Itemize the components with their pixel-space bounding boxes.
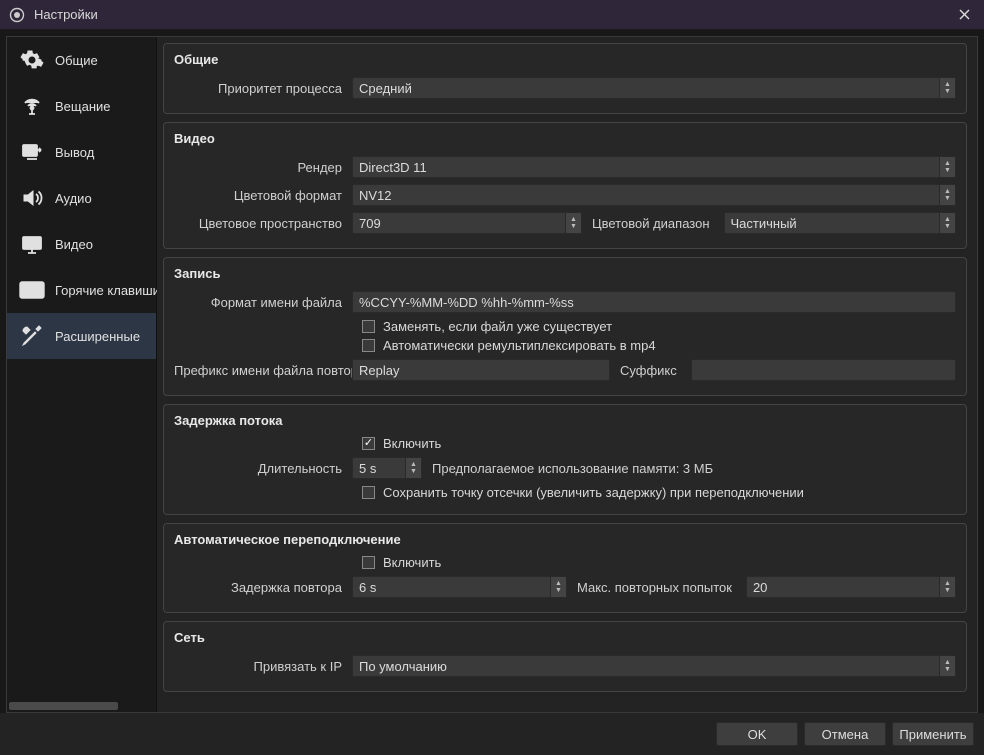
group-auto-reconnect: Автоматическое переподключение Включить … xyxy=(163,523,967,613)
sidebar-item-general[interactable]: Общие xyxy=(7,37,156,83)
filename-format-label: Формат имени файла xyxy=(174,295,352,310)
sidebar-item-stream[interactable]: Вещание xyxy=(7,83,156,129)
chevron-updown-icon: ▲▼ xyxy=(939,577,955,597)
delay-duration-spinbox[interactable]: 5 s ▲▼ xyxy=(352,457,422,479)
sidebar-item-hotkeys[interactable]: Горячие клавиши xyxy=(7,267,156,313)
group-stream-delay: Задержка потока Включить Длительность 5 … xyxy=(163,404,967,515)
sidebar-item-label: Вывод xyxy=(55,145,94,160)
overwrite-checkbox-label: Заменять, если файл уже существует xyxy=(383,319,612,334)
delay-enable-label: Включить xyxy=(383,436,441,451)
reconnect-enable-label: Включить xyxy=(383,555,441,570)
group-title: Задержка потока xyxy=(174,413,956,428)
sidebar-item-video[interactable]: Видео xyxy=(7,221,156,267)
reconnect-enable-checkbox[interactable] xyxy=(362,556,375,569)
app-icon xyxy=(8,6,26,24)
chevron-updown-icon: ▲▼ xyxy=(939,185,955,205)
chevron-updown-icon: ▲▼ xyxy=(939,213,955,233)
delay-duration-label: Длительность xyxy=(174,461,352,476)
render-label: Рендер xyxy=(174,160,352,175)
group-title: Автоматическое переподключение xyxy=(174,532,956,547)
group-general: Общие Приоритет процесса Средний ▲▼ xyxy=(163,43,967,114)
preserve-cutoff-checkbox[interactable] xyxy=(362,486,375,499)
bind-ip-combo[interactable]: По умолчанию ▲▼ xyxy=(352,655,956,677)
sidebar: Общие Вещание Вывод Аудио Видео xyxy=(7,37,157,712)
chevron-updown-icon: ▲▼ xyxy=(565,213,581,233)
replay-prefix-input[interactable]: Replay xyxy=(352,359,610,381)
retry-delay-spinbox[interactable]: 6 s ▲▼ xyxy=(352,576,567,598)
remux-checkbox[interactable] xyxy=(362,339,375,352)
monitor-icon xyxy=(19,232,45,256)
chevron-updown-icon: ▲▼ xyxy=(939,157,955,177)
chevron-updown-icon: ▲▼ xyxy=(550,577,566,597)
overwrite-checkbox[interactable] xyxy=(362,320,375,333)
color-space-combo[interactable]: 709 ▲▼ xyxy=(352,212,582,234)
sidebar-item-label: Горячие клавиши xyxy=(55,283,160,298)
delay-memory-label: Предполагаемое использование памяти: 3 М… xyxy=(430,461,719,476)
apply-button[interactable]: Применить xyxy=(892,722,974,746)
output-icon xyxy=(19,140,45,164)
footer: OK Отмена Применить xyxy=(0,713,984,755)
chevron-updown-icon: ▲▼ xyxy=(405,458,421,478)
window-title: Настройки xyxy=(34,7,98,22)
ok-button[interactable]: OK xyxy=(716,722,798,746)
group-title: Видео xyxy=(174,131,956,146)
retry-delay-label: Задержка повтора xyxy=(174,580,352,595)
sidebar-item-label: Видео xyxy=(55,237,93,252)
audio-icon xyxy=(19,186,45,210)
close-icon[interactable] xyxy=(950,1,978,29)
gear-icon xyxy=(19,48,45,72)
replay-prefix-label: Префикс имени файла повтора xyxy=(174,363,352,378)
color-format-combo[interactable]: NV12 ▲▼ xyxy=(352,184,956,206)
filename-format-input[interactable]: %CCYY-%MM-%DD %hh-%mm-%ss xyxy=(352,291,956,313)
color-range-combo[interactable]: Частичный ▲▼ xyxy=(724,212,956,234)
group-title: Сеть xyxy=(174,630,956,645)
titlebar: Настройки xyxy=(0,0,984,30)
group-video: Видео Рендер Direct3D 11 ▲▼ Цветовой фор… xyxy=(163,122,967,249)
group-network: Сеть Привязать к IP По умолчанию ▲▼ xyxy=(163,621,967,692)
delay-enable-checkbox[interactable] xyxy=(362,437,375,450)
group-title: Запись xyxy=(174,266,956,281)
sidebar-item-label: Аудио xyxy=(55,191,92,206)
priority-label: Приоритет процесса xyxy=(174,81,352,96)
sidebar-item-output[interactable]: Вывод xyxy=(7,129,156,175)
tools-icon xyxy=(19,324,45,348)
sidebar-scrollbar[interactable] xyxy=(7,700,156,712)
chevron-updown-icon: ▲▼ xyxy=(939,78,955,98)
max-retries-label: Макс. повторных попыток xyxy=(575,580,738,595)
chevron-updown-icon: ▲▼ xyxy=(939,656,955,676)
color-range-label: Цветовой диапазон xyxy=(590,216,716,231)
max-retries-spinbox[interactable]: 20 ▲▼ xyxy=(746,576,956,598)
sidebar-item-label: Вещание xyxy=(55,99,111,114)
bind-ip-label: Привязать к IP xyxy=(174,659,352,674)
sidebar-item-label: Общие xyxy=(55,53,98,68)
preserve-cutoff-label: Сохранить точку отсечки (увеличить задер… xyxy=(383,485,804,500)
sidebar-item-advanced[interactable]: Расширенные xyxy=(7,313,156,359)
content-pane: Общие Приоритет процесса Средний ▲▼ Виде… xyxy=(157,37,977,712)
sidebar-item-label: Расширенные xyxy=(55,329,140,344)
replay-suffix-input[interactable] xyxy=(691,359,956,381)
group-title: Общие xyxy=(174,52,956,67)
remux-checkbox-label: Автоматически ремультиплексировать в mp4 xyxy=(383,338,656,353)
keyboard-icon xyxy=(19,281,45,299)
color-space-label: Цветовое пространство xyxy=(174,216,352,231)
group-recording: Запись Формат имени файла %CCYY-%MM-%DD … xyxy=(163,257,967,396)
cancel-button[interactable]: Отмена xyxy=(804,722,886,746)
color-format-label: Цветовой формат xyxy=(174,188,352,203)
priority-combo[interactable]: Средний ▲▼ xyxy=(352,77,956,99)
sidebar-item-audio[interactable]: Аудио xyxy=(7,175,156,221)
broadcast-icon xyxy=(19,94,45,118)
replay-suffix-label: Суффикс xyxy=(618,363,683,378)
render-combo[interactable]: Direct3D 11 ▲▼ xyxy=(352,156,956,178)
